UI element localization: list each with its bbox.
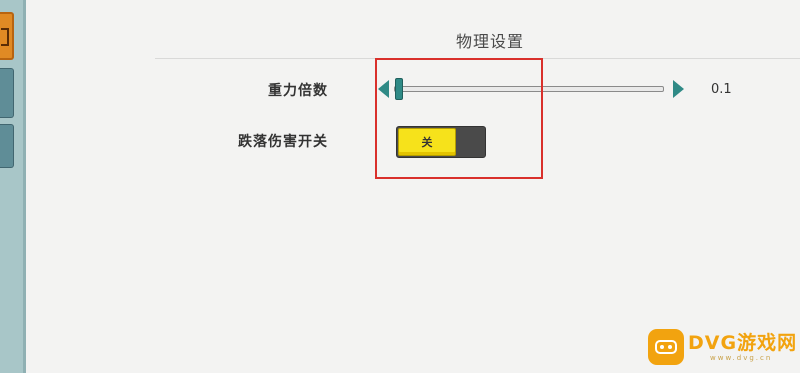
rail-divider (23, 0, 26, 373)
highlight-box (375, 58, 543, 179)
rail-tab-active[interactable] (0, 12, 14, 60)
gravity-label: 重力倍数 (268, 83, 328, 99)
section-title: 物理设置 (455, 32, 524, 51)
increase-arrow-icon[interactable] (673, 80, 684, 98)
left-rail (0, 0, 26, 373)
watermark-url: www.dvg.cn (710, 354, 773, 362)
gravity-value: 0.1 (711, 82, 732, 97)
watermark-brand: DVG游戏网 (688, 332, 798, 354)
rail-tab[interactable] (0, 124, 14, 168)
rail-tab[interactable] (0, 68, 14, 118)
gamepad-icon (648, 329, 684, 365)
fall-damage-label: 跌落伤害开关 (238, 134, 328, 150)
bracket-icon (1, 28, 9, 46)
watermark: DVG游戏网 www.dvg.cn (648, 326, 798, 368)
